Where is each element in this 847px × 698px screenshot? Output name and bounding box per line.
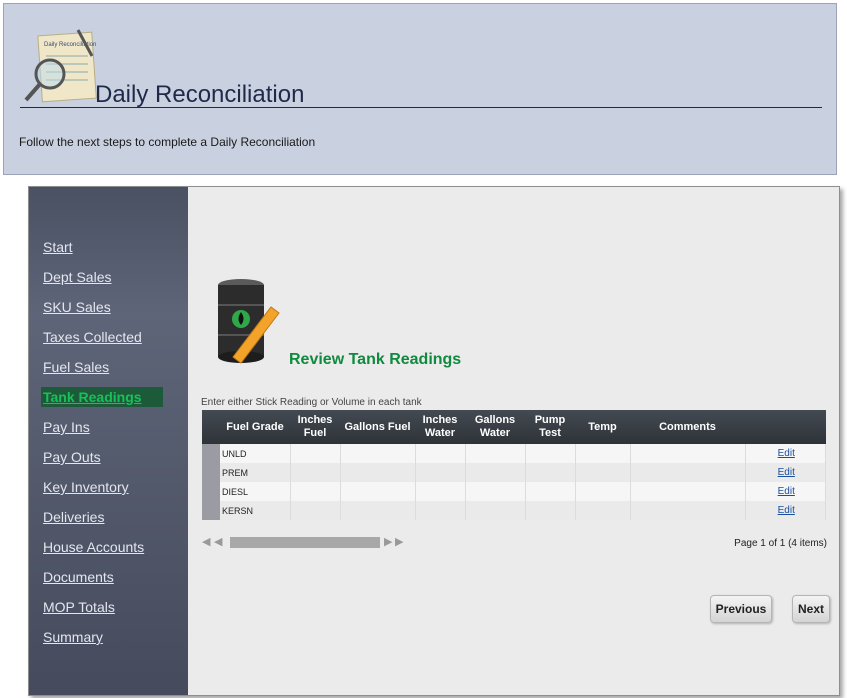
sidebar-item-taxes-collected[interactable]: Taxes Collected xyxy=(43,329,142,345)
document-magnifier-icon: Daily Reconciliation xyxy=(24,29,97,103)
instruction-text: Enter either Stick Reading or Volume in … xyxy=(201,397,422,408)
row-selector[interactable] xyxy=(202,501,220,520)
table-row[interactable]: PREM Edit xyxy=(202,463,826,482)
row-selector[interactable] xyxy=(202,482,220,501)
column-header-inches-water[interactable]: Inches Water xyxy=(415,410,465,444)
next-page-icon[interactable]: ▶ xyxy=(384,535,394,549)
sidebar-item-house-accounts[interactable]: House Accounts xyxy=(43,539,144,555)
column-header-gallons-water[interactable]: Gallons Water xyxy=(465,410,525,444)
sidebar-item-key-inventory[interactable]: Key Inventory xyxy=(43,479,129,495)
edit-cell: Edit xyxy=(745,501,826,520)
edit-cell: Edit xyxy=(745,463,826,482)
edit-link[interactable]: Edit xyxy=(778,448,795,459)
page-header: Daily Reconciliation Daily Reconciliatio… xyxy=(3,3,837,175)
tank-readings-table: Fuel Grade Inches Fuel Gallons Fuel Inch… xyxy=(202,410,826,520)
page-subtitle: Follow the next steps to complete a Dail… xyxy=(19,135,316,149)
section-title: Review Tank Readings xyxy=(289,351,462,368)
column-header-pump-test[interactable]: Pump Test xyxy=(525,410,575,444)
sidebar-item-dept-sales[interactable]: Dept Sales xyxy=(43,269,111,285)
pager-info: Page 1 of 1 (4 items) xyxy=(734,538,827,549)
pager-scrollbar[interactable] xyxy=(230,537,380,548)
pager: ◀ ◀ ▶ ▶ xyxy=(202,535,412,549)
table-row[interactable]: DIESL Edit xyxy=(202,482,826,501)
sidebar-item-deliveries[interactable]: Deliveries xyxy=(43,509,104,525)
main-content: Review Tank Readings Enter either Stick … xyxy=(188,187,839,695)
sidebar-item-start[interactable]: Start xyxy=(43,239,73,255)
sidebar-item-tank-readings[interactable]: Tank Readings xyxy=(41,387,163,407)
prev-page-icon[interactable]: ◀ xyxy=(214,535,224,549)
last-page-icon[interactable]: ▶ xyxy=(395,535,405,549)
edit-link[interactable]: Edit xyxy=(778,467,795,478)
sidebar-item-pay-outs[interactable]: Pay Outs xyxy=(43,449,101,465)
table-header-row: Fuel Grade Inches Fuel Gallons Fuel Inch… xyxy=(202,410,826,444)
column-header-gallons-fuel[interactable]: Gallons Fuel xyxy=(340,410,415,444)
first-page-icon[interactable]: ◀ xyxy=(202,535,212,549)
edit-link[interactable]: Edit xyxy=(778,505,795,516)
fuel-grade-cell: UNLD xyxy=(220,444,291,463)
fuel-grade-cell: DIESL xyxy=(220,482,291,501)
sidebar-item-documents[interactable]: Documents xyxy=(43,569,114,585)
fuel-grade-cell: KERSN xyxy=(220,501,291,520)
sidebar-item-fuel-sales[interactable]: Fuel Sales xyxy=(43,359,109,375)
sidebar-item-sku-sales[interactable]: SKU Sales xyxy=(43,299,111,315)
oil-barrel-icon xyxy=(218,279,280,364)
fuel-grade-cell: PREM xyxy=(220,463,291,482)
column-header-actions xyxy=(745,410,826,444)
title-divider xyxy=(20,107,822,108)
column-header-comments[interactable]: Comments xyxy=(630,410,745,444)
sidebar-item-summary[interactable]: Summary xyxy=(43,629,103,645)
column-header-inches-fuel[interactable]: Inches Fuel xyxy=(290,410,340,444)
edit-link[interactable]: Edit xyxy=(778,486,795,497)
sidebar-item-pay-ins[interactable]: Pay Ins xyxy=(43,419,90,435)
row-selector[interactable] xyxy=(202,444,220,463)
sidebar-item-mop-totals[interactable]: MOP Totals xyxy=(43,599,115,615)
column-header-temp[interactable]: Temp xyxy=(575,410,630,444)
column-header-fuel-grade[interactable]: Fuel Grade xyxy=(220,410,290,444)
row-selector[interactable] xyxy=(202,463,220,482)
table-row[interactable]: KERSN Edit xyxy=(202,501,826,520)
wizard-frame: Start Dept Sales SKU Sales Taxes Collect… xyxy=(28,186,840,696)
sidebar-nav: Start Dept Sales SKU Sales Taxes Collect… xyxy=(29,187,188,695)
next-button[interactable]: Next xyxy=(792,595,830,623)
previous-button[interactable]: Previous xyxy=(710,595,772,623)
column-header-selector xyxy=(202,410,220,444)
table-row[interactable]: UNLD Edit xyxy=(202,444,826,463)
edit-cell: Edit xyxy=(745,444,826,463)
page-title: Daily Reconciliation xyxy=(95,81,305,108)
edit-cell: Edit xyxy=(745,482,826,501)
